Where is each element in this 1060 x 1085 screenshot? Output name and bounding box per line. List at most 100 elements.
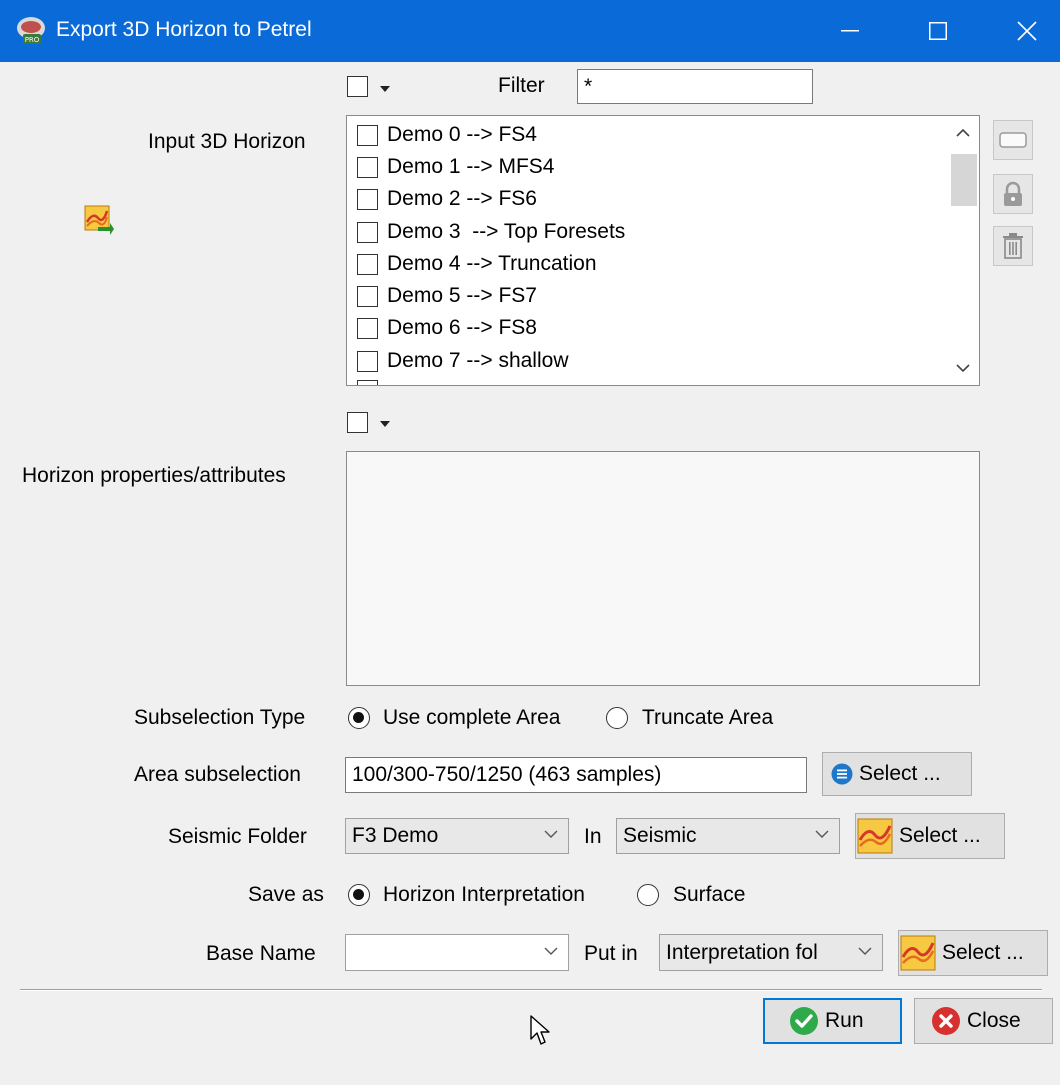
list-item[interactable]: Demo 5 --> FS7 — [357, 280, 537, 312]
horizon-picker-button[interactable] — [84, 205, 114, 235]
put-in-select-label: Select ... — [942, 941, 1024, 964]
filter-input[interactable]: * — [577, 69, 813, 104]
trash-icon — [1003, 233, 1023, 259]
lock-button[interactable] — [993, 174, 1033, 214]
scroll-thumb[interactable] — [951, 154, 977, 206]
input-horizon-label: Input 3D Horizon — [148, 130, 306, 153]
list-item-label: Demo 3 --> Top Foresets — [387, 220, 626, 243]
item-checkbox[interactable] — [357, 317, 378, 339]
run-button[interactable]: Run — [763, 998, 902, 1044]
item-checkbox[interactable] — [357, 188, 378, 210]
chevron-down-icon — [815, 830, 829, 838]
cancel-icon — [931, 1006, 961, 1036]
list-item-label: Demo 6 --> FS8 — [387, 316, 537, 339]
put-in-select-button[interactable]: Select ... — [898, 930, 1048, 976]
put-in-select[interactable]: Interpretation fol — [659, 934, 883, 971]
item-checkbox[interactable] — [357, 253, 378, 275]
list-item-label: Demo 2 --> FS6 — [387, 187, 537, 210]
use-complete-area-radio[interactable] — [348, 707, 370, 729]
list-item[interactable]: Demo 1 --> MFS4 — [357, 151, 554, 183]
seismic-in-select[interactable]: Seismic — [616, 818, 840, 854]
area-subselection-label: Area subselection — [134, 763, 301, 786]
chevron-down-icon — [858, 947, 872, 955]
truncate-area-label: Truncate Area — [642, 706, 774, 729]
close-window-button[interactable] — [992, 0, 1060, 62]
seismic-select-label: Select ... — [899, 824, 981, 847]
scroll-up-icon — [956, 128, 970, 137]
horizon-interpretation-label: Horizon Interpretation — [383, 883, 585, 906]
list-item-label: Demo 1 --> MFS4 — [387, 155, 555, 178]
close-label: Close — [967, 1009, 1021, 1032]
surface-label: Surface — [673, 883, 746, 906]
in-label: In — [584, 825, 602, 848]
subselection-type-label: Subselection Type — [134, 706, 306, 729]
list-item-label: Demo 4 --> Truncation — [387, 252, 597, 275]
seismic-folder-value: F3 Demo — [352, 824, 439, 847]
chevron-down-icon — [544, 947, 558, 955]
filter-label: Filter — [498, 74, 545, 97]
seismic-folder-label: Seismic Folder — [168, 825, 307, 848]
rename-icon — [999, 132, 1027, 148]
item-checkbox[interactable] — [357, 156, 378, 178]
attributes-list[interactable] — [346, 451, 980, 686]
list-item[interactable]: Demo 6 --> FS8 — [357, 312, 537, 344]
chevron-down-icon — [544, 830, 558, 838]
select-all-attributes-checkbox[interactable] — [347, 412, 368, 433]
seismic-in-value: Seismic — [623, 824, 697, 847]
use-complete-area-label: Use complete Area — [383, 706, 561, 729]
put-in-value: Interpretation fol — [666, 940, 818, 964]
maximize-button[interactable] — [903, 0, 973, 62]
svg-text:PRO: PRO — [25, 36, 40, 44]
item-checkbox-partial[interactable] — [357, 380, 378, 385]
save-as-label: Save as — [248, 883, 324, 906]
list-scrollbar[interactable] — [947, 116, 979, 385]
rename-button[interactable] — [993, 120, 1033, 160]
separator — [20, 989, 1042, 991]
delete-button[interactable] — [993, 226, 1033, 266]
base-name-select[interactable] — [345, 934, 569, 971]
attributes-options-dropdown-icon[interactable] — [380, 421, 390, 427]
base-name-label: Base Name — [206, 942, 316, 965]
list-item[interactable]: Demo 2 --> FS6 — [357, 183, 537, 215]
list-item[interactable]: Demo 7 --> shallow — [357, 345, 568, 377]
area-select-label: Select ... — [859, 762, 941, 785]
item-checkbox[interactable] — [357, 285, 378, 307]
item-checkbox[interactable] — [357, 350, 378, 372]
minimize-button[interactable] — [815, 0, 885, 62]
seismic-folder-select[interactable]: F3 Demo — [345, 818, 569, 854]
select-options-dropdown-icon[interactable] — [380, 86, 390, 92]
put-in-label: Put in — [584, 942, 638, 965]
info-list-icon — [831, 763, 853, 785]
mouse-cursor-icon — [530, 1015, 550, 1053]
list-item[interactable]: Demo 0 --> FS4 — [357, 119, 537, 151]
horizon-interpretation-radio[interactable] — [348, 884, 370, 906]
run-label: Run — [825, 1009, 864, 1032]
scroll-down-icon — [956, 364, 970, 373]
area-select-button[interactable]: Select ... — [822, 752, 972, 796]
horizon-icon — [900, 935, 936, 971]
list-item-label: Demo 0 --> FS4 — [387, 123, 537, 146]
close-icon — [1017, 21, 1037, 41]
select-all-horizons-checkbox[interactable] — [347, 76, 368, 97]
checkmark-icon — [789, 1006, 819, 1036]
horizon-import-icon — [84, 205, 114, 235]
item-checkbox[interactable] — [357, 221, 378, 243]
lock-icon — [1004, 181, 1022, 206]
truncate-area-radio[interactable] — [606, 707, 628, 729]
area-subselection-field[interactable]: 100/300-750/1250 (463 samples) — [345, 757, 807, 793]
maximize-icon — [929, 22, 947, 40]
list-item[interactable]: Demo 4 --> Truncation — [357, 248, 597, 280]
minimize-icon — [841, 30, 859, 32]
window-title: Export 3D Horizon to Petrel — [56, 18, 312, 41]
app-icon: PRO — [14, 15, 48, 47]
item-checkbox[interactable] — [357, 124, 378, 146]
seismic-select-button[interactable]: Select ... — [855, 813, 1005, 859]
close-button[interactable]: Close — [914, 998, 1053, 1044]
horizon-list[interactable]: Demo 0 --> FS4 Demo 1 --> MFS4 Demo 2 --… — [346, 115, 980, 386]
list-item-label: Demo 5 --> FS7 — [387, 284, 537, 307]
attributes-label: Horizon properties/attributes — [22, 464, 286, 487]
title-bar: PRO Export 3D Horizon to Petrel — [0, 0, 1060, 62]
list-item-label: Demo 7 --> shallow — [387, 349, 569, 372]
list-item[interactable]: Demo 3 --> Top Foresets — [357, 216, 625, 248]
surface-radio[interactable] — [637, 884, 659, 906]
